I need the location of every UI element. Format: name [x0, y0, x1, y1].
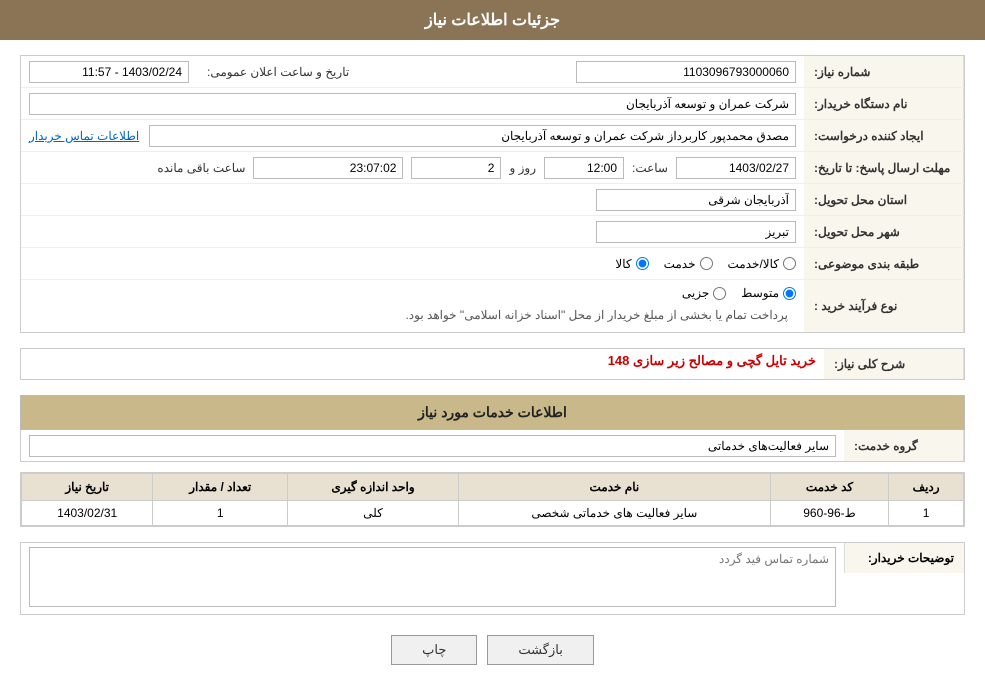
action-buttons-row: بازگشت چاپ [20, 635, 965, 665]
row-creator: ایجاد کننده درخواست: اطلاعات تماس خریدار [21, 120, 964, 152]
process-option-medium[interactable]: متوسط [741, 286, 796, 300]
need-number-label: شماره نیاز: [804, 56, 964, 87]
back-button[interactable]: بازگشت [487, 635, 593, 665]
cell-unit: کلی [288, 501, 459, 526]
process-label-partial: جزیی [682, 286, 709, 300]
service-group-label: گروه خدمت: [844, 430, 964, 461]
category-radio-service[interactable] [700, 257, 713, 270]
process-radio-group: متوسط جزیی [29, 286, 796, 300]
col-unit: واحد اندازه گیری [288, 474, 459, 501]
deadline-date-input[interactable] [676, 157, 796, 179]
province-input[interactable] [596, 189, 796, 211]
deadline-days-input[interactable] [411, 157, 501, 179]
announce-datetime-input[interactable] [29, 61, 189, 83]
row-category: طبقه بندی موضوعی: کالا/خدمت خدمت کالا [21, 248, 964, 280]
row-province: استان محل تحویل: [21, 184, 964, 216]
cell-date: 1403/02/31 [22, 501, 153, 526]
buyer-org-label: نام دستگاه خریدار: [804, 88, 964, 119]
need-desc-value-area: خرید تایل گچی و مصالح زیر سازی 148 [21, 349, 824, 373]
category-radio-goods[interactable] [636, 257, 649, 270]
process-label: نوع فرآیند خرید : [804, 280, 964, 332]
buyer-description-section: توضیحات خریدار: [20, 542, 965, 615]
city-label: شهر محل تحویل: [804, 216, 964, 247]
deadline-days-label: روز و [509, 161, 536, 175]
category-label-goods: کالا [615, 257, 631, 271]
buyer-org-input[interactable] [29, 93, 796, 115]
service-group-row: گروه خدمت: [20, 430, 965, 462]
col-row-num: ردیف [889, 474, 964, 501]
services-table-container: ردیف کد خدمت نام خدمت واحد اندازه گیری ت… [20, 472, 965, 527]
services-section-title: اطلاعات خدمات مورد نیاز [20, 395, 965, 430]
deadline-remaining-label: ساعت باقی مانده [157, 161, 245, 175]
cell-service-name: سایر فعالیت های خدماتی شخصی [458, 501, 770, 526]
category-label: طبقه بندی موضوعی: [804, 248, 964, 279]
print-button[interactable]: چاپ [391, 635, 477, 665]
category-radio-goods-service[interactable] [783, 257, 796, 270]
table-row: 1 ط-96-960 سایر فعالیت های خدماتی شخصی ک… [22, 501, 964, 526]
category-radio-group: کالا/خدمت خدمت کالا [21, 253, 804, 275]
creator-input[interactable] [149, 125, 796, 147]
content-area: شماره نیاز: تاریخ و ساعت اعلان عمومی: نا… [0, 40, 985, 700]
category-label-goods-service: کالا/خدمت [728, 257, 779, 271]
col-service-name: نام خدمت [458, 474, 770, 501]
row-buyer-org: نام دستگاه خریدار: [21, 88, 964, 120]
row-process-type: نوع فرآیند خرید : متوسط جزیی پرداخت تمام… [21, 280, 964, 332]
buyer-desc-label: توضیحات خریدار: [844, 543, 964, 573]
creator-label: ایجاد کننده درخواست: [804, 120, 964, 151]
process-radio-medium[interactable] [783, 287, 796, 300]
process-radio-partial[interactable] [713, 287, 726, 300]
buyer-desc-textarea[interactable] [29, 547, 836, 607]
city-input[interactable] [596, 221, 796, 243]
services-table: ردیف کد خدمت نام خدمت واحد اندازه گیری ت… [21, 473, 964, 526]
service-group-input[interactable] [29, 435, 836, 457]
need-number-input[interactable] [576, 61, 796, 83]
need-desc-label: شرح کلی نیاز: [824, 349, 964, 379]
main-info-section: شماره نیاز: تاریخ و ساعت اعلان عمومی: نا… [20, 55, 965, 333]
row-need-number: شماره نیاز: تاریخ و ساعت اعلان عمومی: [21, 56, 964, 88]
need-number-value [359, 57, 804, 87]
cell-quantity: 1 [153, 501, 288, 526]
process-option-partial[interactable]: جزیی [682, 286, 726, 300]
cell-row-num: 1 [889, 501, 964, 526]
table-header-row: ردیف کد خدمت نام خدمت واحد اندازه گیری ت… [22, 474, 964, 501]
send-deadline-label: مهلت ارسال پاسخ: تا تاریخ: [804, 152, 964, 183]
buyer-desc-content [21, 543, 844, 614]
category-option-goods[interactable]: کالا [615, 257, 648, 271]
province-label: استان محل تحویل: [804, 184, 964, 215]
category-option-goods-service[interactable]: کالا/خدمت [728, 257, 796, 271]
col-date: تاریخ نیاز [22, 474, 153, 501]
process-notice: پرداخت تمام یا بخشی از مبلغ خریدار از مح… [29, 304, 796, 326]
service-group-value [21, 431, 844, 461]
send-deadline-row: ساعت: روز و ساعت باقی مانده [21, 153, 804, 183]
row-city: شهر محل تحویل: [21, 216, 964, 248]
announce-label: تاریخ و ساعت اعلان عمومی: [197, 65, 359, 79]
need-desc-value: خرید تایل گچی و مصالح زیر سازی 148 [608, 353, 816, 369]
col-quantity: تعداد / مقدار [153, 474, 288, 501]
col-service-code: کد خدمت [770, 474, 888, 501]
category-label-service: خدمت [664, 257, 696, 271]
deadline-remaining-input[interactable] [253, 157, 403, 179]
row-send-deadline: مهلت ارسال پاسخ: تا تاریخ: ساعت: روز و س… [21, 152, 964, 184]
contact-link[interactable]: اطلاعات تماس خریدار [29, 129, 139, 143]
page-title: جزئیات اطلاعات نیاز [0, 0, 985, 40]
cell-service-code: ط-96-960 [770, 501, 888, 526]
need-description-section: شرح کلی نیاز: خرید تایل گچی و مصالح زیر … [20, 348, 965, 380]
category-option-service[interactable]: خدمت [664, 257, 713, 271]
page-wrapper: جزئیات اطلاعات نیاز شماره نیاز: تاریخ و … [0, 0, 985, 700]
deadline-time-label: ساعت: [632, 161, 668, 175]
deadline-time-input[interactable] [544, 157, 624, 179]
process-label-medium: متوسط [741, 286, 779, 300]
